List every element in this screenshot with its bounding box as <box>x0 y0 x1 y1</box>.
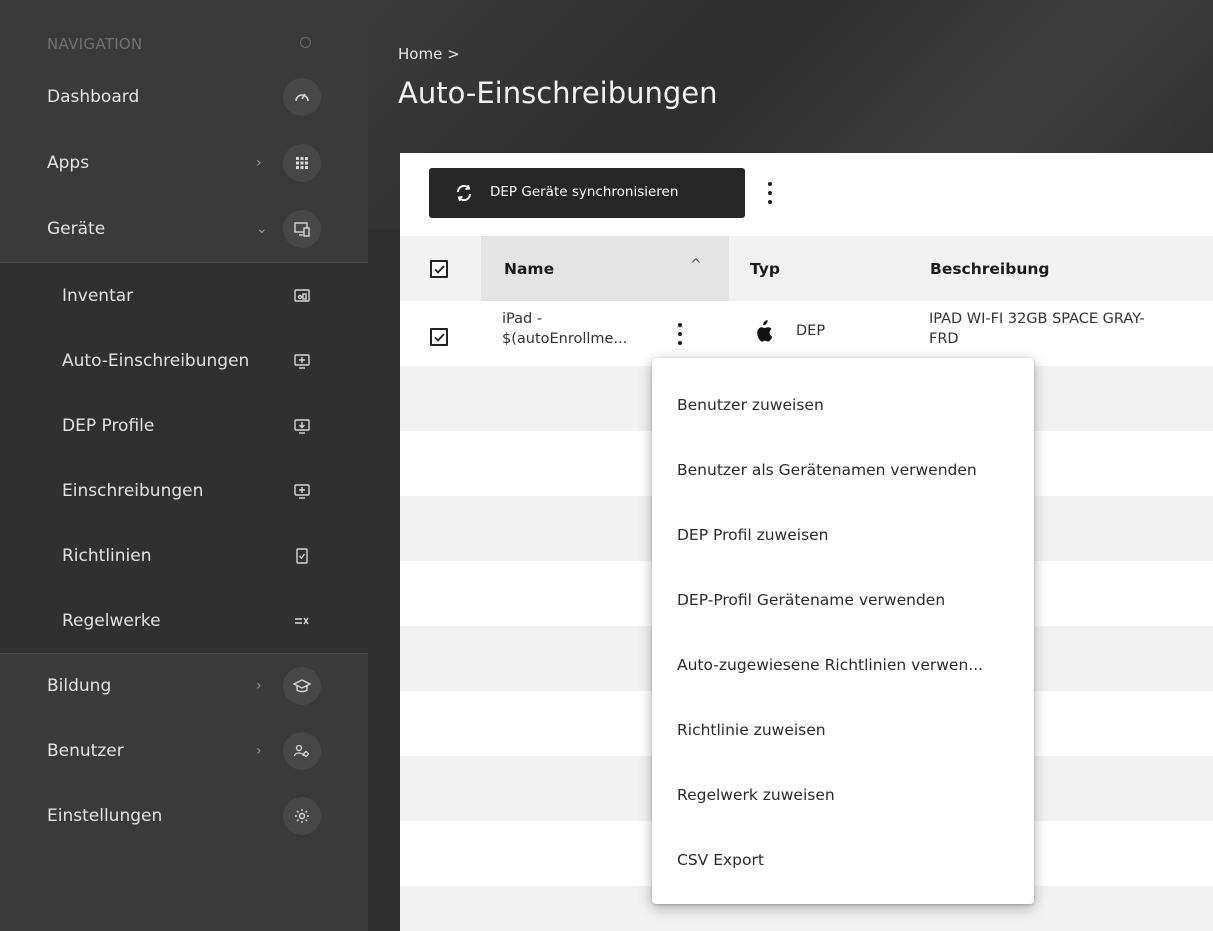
sidebar-item-label: Apps <box>47 152 90 173</box>
menu-item-label: DEP-Profil Gerätename verwenden <box>677 590 946 609</box>
table-row[interactable]: iPad - $(autoEnrollme... DEP IPAD WI-FI … <box>400 301 1213 366</box>
sidebar-pin-icon[interactable] <box>300 37 311 48</box>
chevron-right-icon: › <box>256 154 262 171</box>
sidebar-subgroup-geraete: Inventar Auto-Einschreibungen DEP Profil… <box>0 262 368 654</box>
sidebar-item-inventar[interactable]: Inventar <box>0 263 368 328</box>
sidebar-item-label: Regelwerke <box>62 610 161 631</box>
table-header: Name ^ Typ Beschreibung <box>400 236 1213 301</box>
sync-button-label: DEP Geräte synchronisieren <box>490 184 679 200</box>
menu-item-dep-profile-device-name[interactable]: DEP-Profil Gerätename verwenden <box>652 567 1034 632</box>
chevron-right-icon: › <box>256 742 262 759</box>
sidebar-item-label: Auto-Einschreibungen <box>62 350 250 371</box>
page-title: Auto-Einschreibungen <box>398 76 718 110</box>
chevron-down-icon: ⌄ <box>256 220 268 237</box>
sidebar-item-label: DEP Profile <box>62 415 155 436</box>
sidebar-item-label: Benutzer <box>47 740 124 761</box>
dep-profile-icon <box>283 407 321 445</box>
sidebar-item-apps[interactable]: Apps › <box>0 130 368 195</box>
row-description-line2: FRD <box>929 331 959 347</box>
sidebar-item-regelwerke[interactable]: Regelwerke <box>0 588 368 653</box>
menu-item-label: Regelwerk zuweisen <box>677 785 835 804</box>
menu-item-assign-policy[interactable]: Richtlinie zuweisen <box>652 697 1034 762</box>
row-more-icon[interactable] <box>670 323 690 345</box>
users-icon <box>283 731 321 770</box>
sidebar-item-einschreibungen[interactable]: Einschreibungen <box>0 458 368 523</box>
menu-item-label: Richtlinie zuweisen <box>677 720 826 739</box>
menu-item-label: CSV Export <box>677 850 764 869</box>
education-icon <box>283 666 321 705</box>
sidebar-item-label: Dashboard <box>47 86 140 107</box>
chevron-right-icon: › <box>256 677 262 694</box>
sidebar-item-label: Einschreibungen <box>62 480 204 501</box>
gear-icon <box>283 796 321 835</box>
sidebar-heading: NAVIGATION <box>47 35 143 53</box>
row-checkbox[interactable] <box>430 328 448 346</box>
sidebar-item-geraete[interactable]: Geräte ⌄ <box>0 196 368 261</box>
sync-icon <box>456 184 472 202</box>
devices-icon <box>283 209 321 248</box>
sidebar-item-dashboard[interactable]: Dashboard <box>0 64 368 129</box>
grid-icon <box>283 143 321 182</box>
breadcrumb[interactable]: Home > <box>398 45 460 63</box>
menu-item-user-as-device-name[interactable]: Benutzer als Gerätenamen verwenden <box>652 437 1034 502</box>
sidebar-item-dep-profile[interactable]: DEP Profile <box>0 393 368 458</box>
sidebar-item-label: Einstellungen <box>47 805 163 826</box>
row-actions-menu: Benutzer zuweisen Benutzer als Gerätenam… <box>652 358 1034 904</box>
sidebar-item-benutzer[interactable]: Benutzer › <box>0 718 368 783</box>
sidebar: NAVIGATION Dashboard Apps › Geräte ⌄ Inv… <box>0 0 368 931</box>
sidebar-item-auto-einschreibungen[interactable]: Auto-Einschreibungen <box>0 328 368 393</box>
auto-enroll-icon <box>283 342 321 380</box>
sidebar-item-label: Inventar <box>62 285 134 306</box>
sidebar-item-einstellungen[interactable]: Einstellungen <box>0 783 368 848</box>
sidebar-item-label: Bildung <box>47 675 112 696</box>
apple-icon <box>757 320 773 342</box>
menu-item-label: Benutzer als Gerätenamen verwenden <box>677 460 977 479</box>
menu-item-assign-user[interactable]: Benutzer zuweisen <box>652 372 1034 437</box>
column-header-typ[interactable]: Typ <box>750 260 780 278</box>
select-all-checkbox[interactable] <box>430 260 448 278</box>
row-name-line1: iPad - <box>502 311 543 327</box>
menu-item-label: DEP Profil zuweisen <box>677 525 829 544</box>
menu-item-auto-assigned-policies[interactable]: Auto-zugewiesene Richtlinien verwen... <box>652 632 1034 697</box>
menu-item-label: Auto-zugewiesene Richtlinien verwen... <box>677 655 984 674</box>
sort-ascending-icon[interactable]: ^ <box>690 257 702 273</box>
sidebar-item-richtlinien[interactable]: Richtlinien <box>0 523 368 588</box>
sidebar-item-label: Richtlinien <box>62 545 152 566</box>
column-header-beschreibung[interactable]: Beschreibung <box>930 260 1050 278</box>
menu-item-assign-ruleset[interactable]: Regelwerk zuweisen <box>652 762 1034 827</box>
toolbar-more-icon[interactable] <box>760 182 780 204</box>
menu-item-assign-dep-profile[interactable]: DEP Profil zuweisen <box>652 502 1034 567</box>
column-header-name[interactable]: Name <box>504 260 554 278</box>
inventory-icon <box>283 277 321 315</box>
sidebar-item-bildung[interactable]: Bildung › <box>0 653 368 718</box>
dashboard-icon <box>283 77 321 116</box>
policy-icon <box>283 537 321 575</box>
row-type: DEP <box>796 323 826 339</box>
row-description-line1: IPAD WI-FI 32GB SPACE GRAY- <box>929 311 1145 327</box>
menu-item-label: Benutzer zuweisen <box>677 395 824 414</box>
row-name-line2: $(autoEnrollme... <box>502 331 628 347</box>
menu-item-csv-export[interactable]: CSV Export <box>652 827 1034 892</box>
sidebar-item-label: Geräte <box>47 218 106 239</box>
sync-dep-devices-button[interactable]: DEP Geräte synchronisieren <box>429 168 745 218</box>
enroll-icon <box>283 472 321 510</box>
ruleset-icon <box>283 602 321 640</box>
